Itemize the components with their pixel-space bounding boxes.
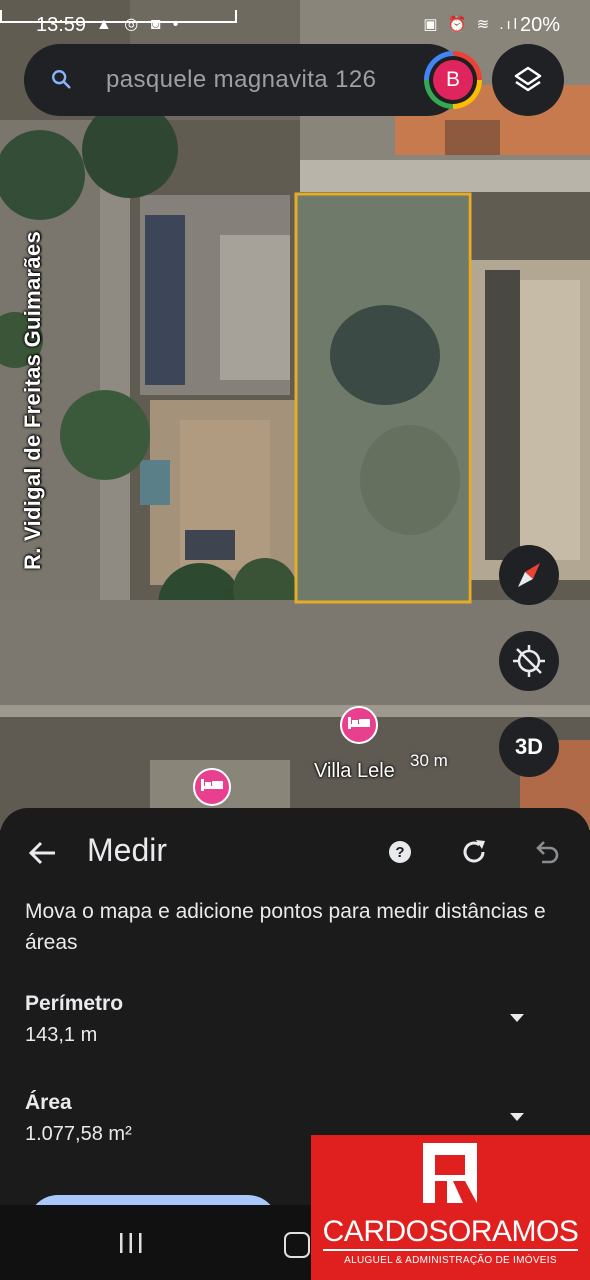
brand-tagline: ALUGUEL & ADMINISTRAÇÃO DE IMÓVEIS	[344, 1255, 557, 1266]
avatar-ring: B	[429, 56, 477, 104]
bed-icon	[347, 716, 371, 730]
avatar-letter: B	[433, 60, 473, 100]
refresh-icon[interactable]	[458, 836, 490, 868]
panel-title: Medir	[87, 832, 168, 868]
status-time: 13:59	[36, 14, 87, 36]
undo-icon[interactable]	[530, 836, 562, 868]
search-bar[interactable]: pasquele magnavita 126 B	[24, 44, 482, 116]
brand-logo-icon	[423, 1143, 477, 1203]
gps-off-icon	[513, 645, 545, 677]
account-avatar[interactable]: B	[424, 51, 482, 109]
system-icons: ▣ ⏰ ≋ .ıl	[423, 16, 520, 33]
recent-apps-icon[interactable]	[118, 1232, 144, 1254]
hotel-pin[interactable]	[193, 768, 231, 806]
chevron-down-icon[interactable]	[508, 1111, 526, 1123]
svg-text:?: ?	[395, 844, 404, 861]
perimeter-value: 143,1 m	[25, 1024, 98, 1046]
hotel-pin[interactable]	[340, 706, 378, 744]
satellite-map[interactable]: R. Vidigal de Freitas Guimarães Villa Le…	[0, 0, 590, 830]
compass-button[interactable]	[499, 545, 559, 605]
brand-watermark: CARDOSORAMOS ALUGUEL & ADMINISTRAÇÃO DE …	[311, 1135, 590, 1280]
measure-instructions: Mova o mapa e adicione pontos para medir…	[25, 900, 546, 954]
battery-level: 20%	[519, 14, 560, 36]
layers-button[interactable]	[492, 44, 564, 116]
area-value: 1.077,58 m²	[25, 1123, 132, 1145]
home-icon[interactable]	[284, 1232, 310, 1258]
street-label: R. Vidigal de Freitas Guimarães	[20, 230, 45, 570]
layers-icon	[514, 66, 542, 92]
area-label: Área	[25, 1091, 72, 1114]
bed-icon	[200, 778, 224, 792]
3d-button[interactable]: 3D	[499, 717, 559, 777]
place-label[interactable]: Villa Lele	[314, 760, 395, 783]
brand-name: CARDOSORAMOS	[322, 1215, 579, 1248]
back-arrow-icon[interactable]	[26, 836, 60, 870]
help-icon[interactable]: ?	[388, 840, 412, 864]
chevron-down-icon[interactable]	[508, 1012, 526, 1024]
search-input[interactable]: pasquele magnavita 126	[106, 66, 376, 94]
notification-icons: ▲ ◎ ◙ •	[96, 16, 183, 33]
brand-divider	[323, 1249, 578, 1251]
search-icon[interactable]	[50, 68, 72, 90]
satellite-imagery	[0, 0, 590, 830]
my-location-button[interactable]	[499, 631, 559, 691]
compass-icon	[518, 563, 540, 587]
scale-label: 30 m	[410, 751, 448, 770]
perimeter-label: Perímetro	[25, 992, 124, 1015]
